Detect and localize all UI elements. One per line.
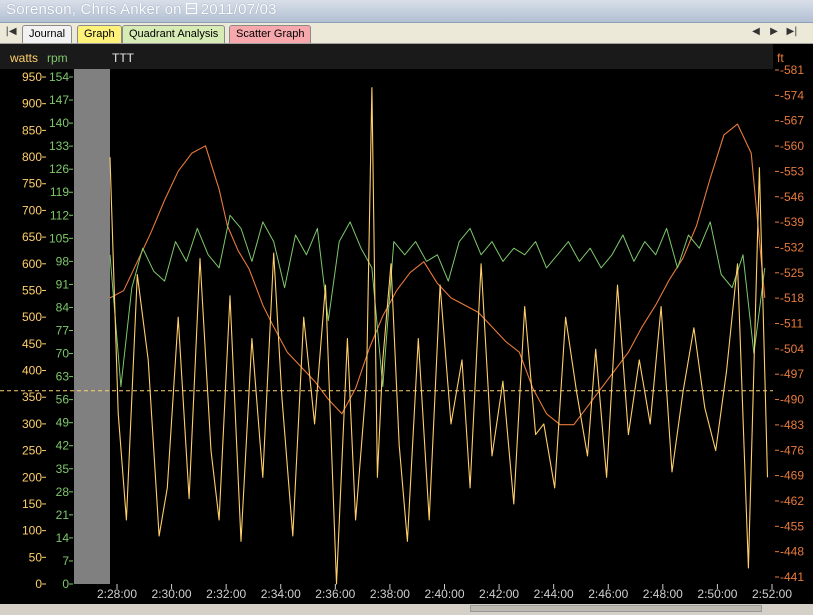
watts-tick-label: 750 [22, 177, 42, 191]
ft-tick-label: -532 [780, 240, 804, 254]
athlete-name: Sorenson, Chris Anker on [6, 1, 182, 18]
watts-tick-label: 50 [29, 550, 43, 564]
ft-tick-label: -539 [780, 215, 804, 229]
rpm-tick-label: 14 [56, 531, 70, 545]
ft-tick-label: -525 [780, 266, 804, 280]
chart-title: TTT [112, 51, 135, 65]
watts-tick-label: 800 [22, 150, 42, 164]
tab-journal[interactable]: Journal [22, 25, 73, 43]
x-tick-label: 2:34:00 [261, 587, 301, 601]
watts-tick-label: 650 [22, 230, 42, 244]
x-tick-label: 2:52:00 [752, 587, 792, 601]
ft-tick-label: -574 [780, 88, 804, 102]
watts-tick-label: 600 [22, 257, 42, 271]
rpm-tick-label: 70 [56, 347, 70, 361]
rpm-tick-label: 98 [56, 254, 70, 268]
x-tick-label: 2:44:00 [534, 587, 574, 601]
watts-tick-label: 350 [22, 390, 42, 404]
rpm-tick-label: 147 [49, 93, 69, 107]
tab-graph[interactable]: Graph [77, 25, 122, 43]
ft-tick-label: -483 [780, 418, 804, 432]
watts-tick-label: 200 [22, 470, 42, 484]
watts-tick-label: 450 [22, 337, 42, 351]
x-tick-label: 2:40:00 [424, 587, 464, 601]
ft-tick-label: -469 [780, 469, 804, 483]
rpm-tick-label: 140 [49, 116, 69, 130]
watts-tick-label: 400 [22, 364, 42, 378]
rpm-tick-label: 49 [56, 416, 70, 430]
graph-panel[interactable]: TTT watts rpm ft 950 900 850 800 750 700 650 600 550… [0, 44, 813, 611]
watts-axis-label: watts [9, 51, 38, 65]
watts-tick-label: 500 [22, 310, 42, 324]
rpm-axis-label: rpm [47, 51, 68, 65]
ft-tick-label: -546 [780, 190, 804, 204]
x-tick-label: 2:42:00 [479, 587, 519, 601]
watts-tick-label: 900 [22, 97, 42, 111]
horizontal-scrollbar[interactable] [0, 604, 813, 612]
rpm-tick-label: 84 [56, 300, 70, 314]
rpm-tick-label: 35 [56, 462, 70, 476]
next-tab-icon[interactable]: ▶ [767, 26, 781, 37]
x-tick-label: 2:46:00 [588, 587, 628, 601]
rpm-tick-label: 91 [56, 277, 70, 291]
ft-tick-label: -448 [780, 545, 804, 559]
ft-tick-label: -476 [780, 443, 804, 457]
ft-tick-label: -455 [780, 519, 804, 533]
first-tab-icon[interactable]: |◀ [4, 26, 18, 37]
window-titlebar: Sorenson, Chris Anker on 2011/07/03 [0, 0, 813, 23]
collapse-icon[interactable] [185, 3, 197, 14]
rpm-tick-label: 105 [49, 231, 69, 245]
watts-tick-label: 700 [22, 203, 42, 217]
rpm-tick-label: 7 [62, 554, 69, 568]
x-tick-label: 2:28:00 [97, 587, 137, 601]
rpm-tick-label: 63 [56, 370, 70, 384]
rpm-tick-label: 56 [56, 393, 70, 407]
ft-tick-label: -560 [780, 139, 804, 153]
ft-tick-label: -511 [780, 317, 803, 331]
ft-tick-label: -490 [780, 393, 804, 407]
rpm-tick-label: 0 [62, 577, 69, 591]
title-band [110, 44, 773, 69]
tab-scatter-graph[interactable]: Scatter Graph [229, 25, 312, 43]
rpm-tick-label: 119 [50, 185, 69, 199]
watts-tick-label: 550 [22, 283, 42, 297]
rpm-tick-label: 21 [56, 508, 70, 522]
view-tab-bar: |◀ Journal Graph Quadrant Analysis Scatt… [0, 23, 813, 44]
tab-quadrant-analysis[interactable]: Quadrant Analysis [122, 25, 226, 43]
ft-tick-label: -462 [780, 494, 804, 508]
graph-chart[interactable]: TTTwatts rpm ft950900850800750700650600550… [0, 44, 813, 611]
ft-tick-label: -518 [780, 291, 804, 305]
x-tick-label: 2:48:00 [643, 587, 683, 601]
excluded-region-band [74, 69, 110, 584]
watts-tick-label: 250 [22, 444, 42, 458]
last-tab-icon[interactable]: ▶| [785, 26, 799, 37]
x-tick-label: 2:36:00 [315, 587, 355, 601]
ft-tick-label: -581 [780, 63, 804, 77]
watts-tick-label: 100 [22, 524, 42, 538]
rpm-tick-label: 28 [56, 485, 70, 499]
rpm-tick-label: 126 [49, 162, 69, 176]
rpm-tick-label: 154 [49, 70, 69, 84]
ft-tick-label: -553 [780, 164, 804, 178]
x-tick-label: 2:50:00 [697, 587, 737, 601]
rpm-tick-label: 42 [56, 439, 70, 453]
x-tick-label: 2:32:00 [206, 587, 246, 601]
window-title: Sorenson, Chris Anker on 2011/07/03 [6, 1, 277, 18]
workout-date: 2011/07/03 [200, 1, 277, 18]
rpm-tick-label: 112 [50, 208, 69, 222]
ft-tick-label: -504 [780, 342, 804, 356]
watts-tick-label: 950 [22, 70, 42, 84]
watts-tick-label: 850 [22, 123, 42, 137]
watts-tick-label: 150 [22, 497, 42, 511]
watts-tick-label: 0 [35, 577, 42, 591]
ft-tick-label: -497 [780, 367, 804, 381]
x-tick-label: 2:38:00 [370, 587, 410, 601]
rpm-tick-label: 77 [56, 324, 70, 338]
ft-tick-label: -567 [780, 114, 804, 128]
ft-tick-label: -441 [780, 570, 804, 584]
prev-tab-icon[interactable]: ◀ [749, 26, 763, 37]
x-tick-label: 2:30:00 [152, 587, 192, 601]
rpm-tick-label: 133 [49, 139, 69, 153]
watts-tick-label: 300 [22, 417, 42, 431]
